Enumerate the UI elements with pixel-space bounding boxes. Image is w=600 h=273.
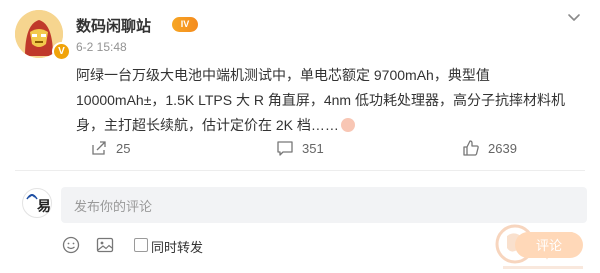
share-icon [92,141,106,155]
comment-icon [277,141,293,156]
share-button[interactable]: 25 [90,139,130,157]
image-icon[interactable] [96,236,114,259]
verified-icon: V [52,42,71,61]
post-time[interactable]: 6-2 15:48 [76,40,127,54]
comment-count: 351 [302,140,324,156]
like-count: 2639 [488,140,517,156]
repost-label[interactable]: 同时转发 [151,237,203,256]
like-icon [463,140,479,156]
post-body: 阿绿一台万级大电池中端机测试中，单电芯额定 9700mAh，典型值 10000m… [76,67,565,133]
username[interactable]: 数码闲聊站 [76,15,151,36]
share-count: 25 [116,140,131,156]
chevron-down-icon[interactable] [562,8,586,28]
level-badge: IV [172,17,198,32]
post-text: 阿绿一台万级大电池中端机测试中，单电芯额定 9700mAh，典型值 10000m… [76,63,566,138]
svg-text:易: 易 [37,199,51,215]
divider [15,170,585,171]
submit-comment-button[interactable]: 评论 [515,232,583,258]
current-user-avatar: 易 [22,188,52,218]
comment-button[interactable]: 351 [276,139,324,157]
emoji-icon[interactable] [62,236,80,259]
repost-checkbox[interactable] [134,238,148,252]
emoji-icon [340,118,355,132]
comment-placeholder: 发布你的评论 [74,199,153,214]
like-button[interactable]: 2639 [462,139,517,157]
